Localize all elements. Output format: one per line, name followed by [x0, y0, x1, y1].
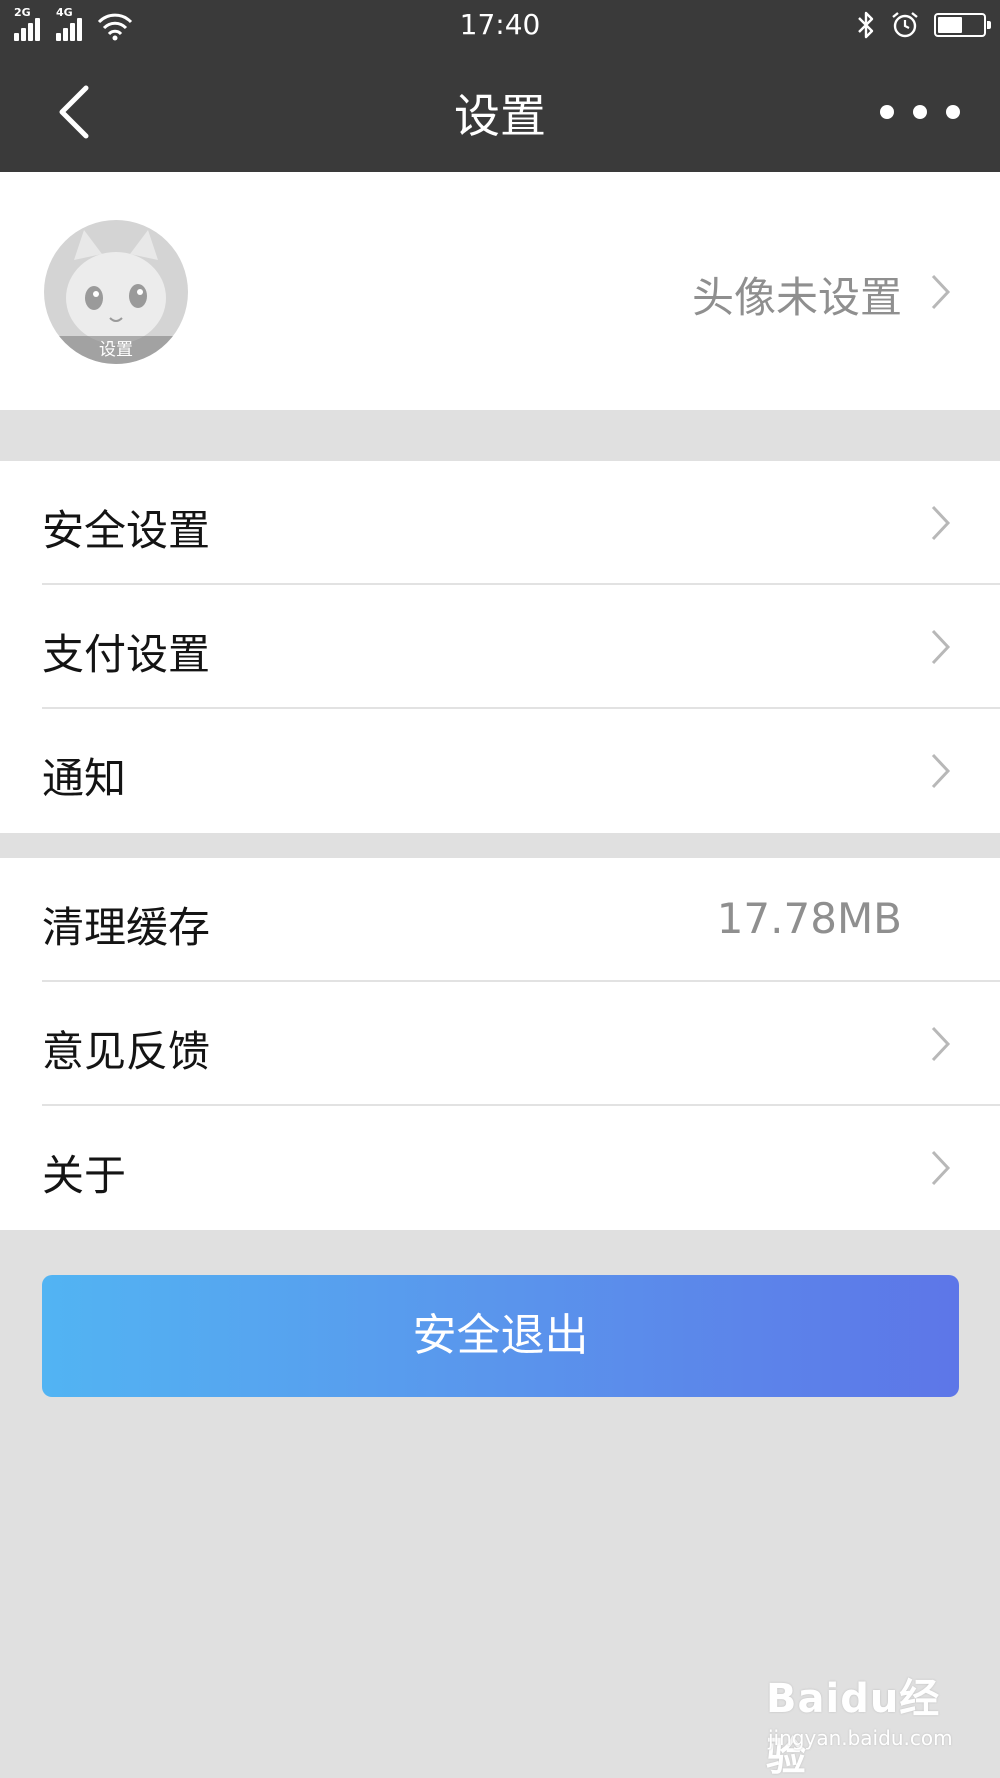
- avatar-row[interactable]: 设置 头像未设置: [0, 172, 1000, 410]
- chevron-right-icon: [931, 1150, 951, 1186]
- battery-icon: [934, 13, 991, 37]
- alarm-icon: [892, 12, 918, 38]
- more-dots-icon[interactable]: [880, 94, 960, 130]
- settings-row-feedback[interactable]: 意见反馈: [0, 982, 1000, 1106]
- settings-group-2: 清理缓存 17.78MB 意见反馈 关于: [0, 858, 1000, 1230]
- settings-row-about[interactable]: 关于: [0, 1106, 1000, 1230]
- cache-size: 17.78MB: [716, 894, 902, 943]
- row-label: 关于: [42, 1151, 127, 1200]
- row-label: 支付设置: [42, 630, 211, 679]
- row-label: 清理缓存: [42, 903, 211, 952]
- logout-button[interactable]: 安全退出: [42, 1275, 959, 1397]
- settings-row-security[interactable]: 安全设置: [0, 461, 1000, 585]
- watermark-url: jingyan.baidu.com: [768, 1726, 953, 1750]
- baidu-watermark: Baidu经验 jingyan.baidu.com: [760, 1660, 980, 1778]
- row-label: 安全设置: [42, 506, 211, 555]
- avatar-caption: 设置: [44, 336, 188, 364]
- chevron-right-icon: [931, 274, 951, 310]
- battery-level: [938, 17, 963, 33]
- clock: 17:40: [459, 8, 541, 41]
- avatar[interactable]: 设置: [44, 220, 188, 364]
- chevron-right-icon: [931, 753, 951, 789]
- status-bar: 2G 4G 17:40: [0, 0, 1000, 52]
- settings-row-notification[interactable]: 通知: [0, 709, 1000, 833]
- status-right: [856, 10, 991, 40]
- settings-group-1: 安全设置 支付设置 通知: [0, 461, 1000, 833]
- nav-bar: 设置: [0, 52, 1000, 172]
- avatar-status: 头像未设置: [691, 273, 902, 322]
- bluetooth-icon: [858, 11, 874, 39]
- settings-row-payment[interactable]: 支付设置: [0, 585, 1000, 709]
- row-label: 意见反馈: [42, 1027, 211, 1076]
- settings-row-clear-cache[interactable]: 清理缓存 17.78MB: [0, 858, 1000, 982]
- page-title: 设置: [454, 89, 546, 143]
- chevron-right-icon: [931, 629, 951, 665]
- chevron-right-icon: [931, 505, 951, 541]
- watermark-brand: Baidu经验: [766, 1676, 941, 1778]
- chevron-right-icon: [931, 1026, 951, 1062]
- row-label: 通知: [42, 754, 127, 803]
